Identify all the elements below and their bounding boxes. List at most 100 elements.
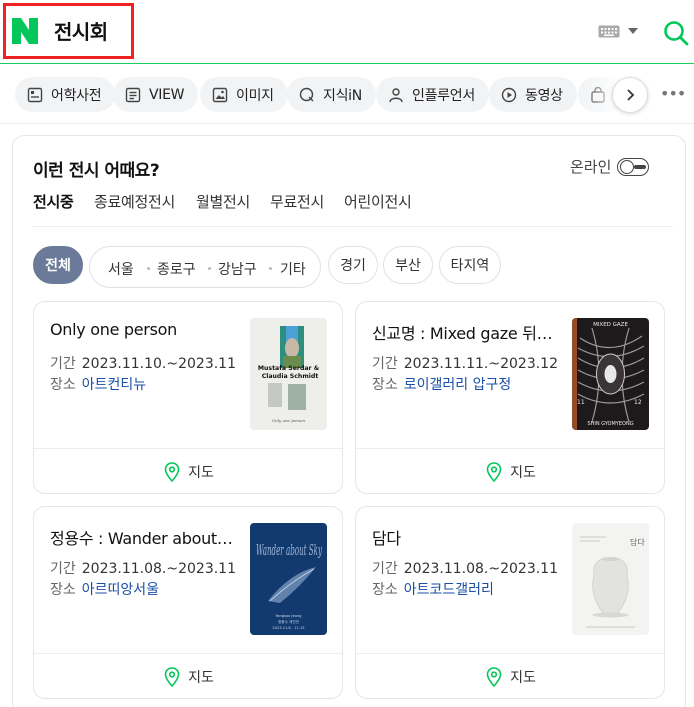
separator-dot bbox=[269, 267, 272, 270]
tab-image[interactable]: 이미지 bbox=[200, 77, 288, 112]
tabs-next-button[interactable] bbox=[612, 77, 648, 113]
poster-subtitle: 정용수 개인전 bbox=[278, 619, 299, 624]
exhibition-place: 장소 아르띠앙서울 bbox=[50, 579, 236, 599]
exhibition-card[interactable]: 신교명 : Mixed gaze 뒤틀린 시선 기간 2023.11.11.~20… bbox=[355, 301, 665, 494]
exhibition-poster[interactable]: Mustafa Serdar & Claudia Schmidt Only on… bbox=[250, 318, 327, 430]
place-link[interactable]: 아르띠앙서울 bbox=[82, 582, 159, 598]
keyboard-icon[interactable] bbox=[598, 25, 620, 38]
filter-seoul[interactable]: 서울 bbox=[108, 259, 134, 279]
exhibition-title[interactable]: Only one person bbox=[50, 320, 236, 339]
chevron-down-icon[interactable] bbox=[628, 28, 638, 34]
place-link[interactable]: 아트컨티뉴 bbox=[82, 377, 146, 393]
filter-jongno[interactable]: 종로구 bbox=[157, 259, 196, 279]
tab-view[interactable]: VIEW bbox=[113, 77, 199, 112]
search-icon[interactable] bbox=[663, 20, 689, 46]
filter-etc[interactable]: 기타 bbox=[280, 259, 306, 279]
exhibition-info: 담다 기간 2023.11.08.~2023.11.28. 장소 아트코드갤러리 담… bbox=[356, 507, 664, 654]
map-button[interactable]: 지도 bbox=[356, 449, 664, 493]
filter-other-region[interactable]: 타지역 bbox=[439, 246, 501, 284]
place-label: 장소 bbox=[50, 377, 76, 393]
place-link[interactable]: 아트코드갤러리 bbox=[404, 582, 494, 598]
tab-label: 인플루언서 bbox=[412, 87, 475, 104]
exhibition-info: 정용수 : Wander about Sky 기간 2023.11.08.~202… bbox=[34, 507, 342, 654]
exhibition-title[interactable]: 신교명 : Mixed gaze 뒤틀린 시선 bbox=[372, 320, 558, 344]
map-pin-icon bbox=[164, 666, 180, 687]
map-button[interactable]: 지도 bbox=[34, 449, 342, 493]
period-label: 기간 bbox=[50, 356, 76, 372]
map-pin-icon bbox=[486, 461, 502, 482]
exhibition-title[interactable]: 담다 bbox=[372, 525, 558, 549]
exhibition-poster[interactable]: 담다 bbox=[572, 523, 649, 635]
search-query[interactable]: 전시회 bbox=[54, 16, 108, 45]
tab-label: 이미지 bbox=[236, 87, 274, 104]
period-label: 기간 bbox=[372, 561, 398, 577]
poster-title: MIXED GAZE bbox=[593, 322, 628, 328]
exhibition-period: 기간 2023.11.10.~2023.11.23. bbox=[50, 353, 236, 373]
place-label: 장소 bbox=[372, 377, 398, 393]
exhibition-poster[interactable]: MIXED GAZE 11 12 SHIN GYOMYEONG bbox=[572, 318, 649, 430]
filter-seoul-group: 서울 종로구 강남구 기타 bbox=[89, 246, 321, 288]
tab-kin[interactable]: 지식iN bbox=[287, 77, 376, 112]
exhibition-subtabs: 전시중 종료예정전시 월별전시 무료전시 어린이전시 bbox=[33, 191, 673, 227]
section-title: 이런 전시 어때요? bbox=[33, 161, 160, 181]
period-label: 기간 bbox=[372, 356, 398, 372]
subtab-free[interactable]: 무료전시 bbox=[270, 191, 324, 212]
chevron-right-icon bbox=[627, 89, 635, 101]
poster-artist: Yongsoo Jeong bbox=[276, 614, 302, 618]
exhibition-card[interactable]: 정용수 : Wander about Sky 기간 2023.11.08.~202… bbox=[33, 506, 343, 699]
exhibition-period: 기간 2023.11.11.~2023.12.08. bbox=[372, 353, 558, 373]
subtab-kids[interactable]: 어린이전시 bbox=[344, 191, 412, 212]
place-link[interactable]: 로이갤러리 압구정 bbox=[404, 377, 512, 393]
poster-date: 2023.11.8 - 11.15 bbox=[272, 626, 304, 630]
period-value: 2023.11.10.~2023.11.23. bbox=[81, 356, 236, 372]
separator-dot bbox=[208, 267, 211, 270]
subtab-ending-soon[interactable]: 종료예정전시 bbox=[94, 191, 175, 212]
map-pin-icon bbox=[164, 461, 180, 482]
exhibition-card[interactable]: 담다 기간 2023.11.08.~2023.11.28. 장소 아트코드갤러리 담… bbox=[355, 506, 665, 699]
map-button[interactable]: 지도 bbox=[356, 654, 664, 698]
toggle-knob bbox=[620, 160, 634, 174]
map-label: 지도 bbox=[188, 669, 214, 686]
filter-gangnam[interactable]: 강남구 bbox=[218, 259, 257, 279]
online-toggle[interactable] bbox=[617, 158, 649, 176]
region-filters: 전체 서울 종로구 강남구 기타 경기 부산 타지역 bbox=[33, 246, 673, 288]
exhibition-card[interactable]: Only one person 기간 2023.11.10.~2023.11.23… bbox=[33, 301, 343, 494]
tab-label: 어학사전 bbox=[51, 87, 102, 104]
poster-right-number: 12 bbox=[634, 399, 642, 406]
more-icon[interactable]: ••• bbox=[660, 84, 686, 106]
poster-title: 담다 bbox=[630, 537, 645, 547]
poster-left-number: 11 bbox=[577, 399, 585, 406]
poster-subtitle: Only one person bbox=[272, 418, 306, 423]
play-icon bbox=[501, 87, 517, 102]
period-value: 2023.11.08.~2023.11.28. bbox=[403, 561, 558, 577]
poster-script: Wander about Sky bbox=[256, 541, 322, 559]
map-label: 지도 bbox=[510, 669, 536, 686]
period-value: 2023.11.08.~2023.11.15. bbox=[81, 561, 236, 577]
tab-influencer[interactable]: 인플루언서 bbox=[376, 77, 489, 112]
exhibition-info: 신교명 : Mixed gaze 뒤틀린 시선 기간 2023.11.11.~20… bbox=[356, 302, 664, 449]
period-label: 기간 bbox=[50, 561, 76, 577]
separator-dot bbox=[147, 267, 150, 270]
person-icon bbox=[389, 87, 403, 102]
subtab-monthly[interactable]: 월별전시 bbox=[196, 191, 250, 212]
filter-busan[interactable]: 부산 bbox=[383, 246, 433, 284]
poster-artist: SHIN GYOMYEONG bbox=[587, 421, 633, 427]
map-pin-icon bbox=[486, 666, 502, 687]
map-label: 지도 bbox=[510, 464, 536, 481]
map-label: 지도 bbox=[188, 464, 214, 481]
naver-logo[interactable] bbox=[12, 18, 38, 44]
tab-label: VIEW bbox=[149, 86, 185, 103]
exhibition-info: Only one person 기간 2023.11.10.~2023.11.23… bbox=[34, 302, 342, 449]
subtab-ongoing[interactable]: 전시중 bbox=[33, 191, 74, 212]
exhibition-poster[interactable]: Wander about Sky Yongsoo Jeong 정용수 개인전 2… bbox=[250, 523, 327, 635]
exhibition-period: 기간 2023.11.08.~2023.11.28. bbox=[372, 558, 558, 578]
tab-dictionary[interactable]: 어학사전 bbox=[15, 77, 116, 112]
filter-gyeonggi[interactable]: 경기 bbox=[328, 246, 378, 284]
tab-video[interactable]: 동영상 bbox=[489, 77, 577, 112]
place-label: 장소 bbox=[372, 582, 398, 598]
view-icon bbox=[125, 87, 141, 102]
exhibition-title[interactable]: 정용수 : Wander about Sky bbox=[50, 525, 236, 549]
map-button[interactable]: 지도 bbox=[34, 654, 342, 698]
exhibition-place: 장소 아트컨티뉴 bbox=[50, 374, 236, 394]
filter-all[interactable]: 전체 bbox=[33, 246, 83, 284]
